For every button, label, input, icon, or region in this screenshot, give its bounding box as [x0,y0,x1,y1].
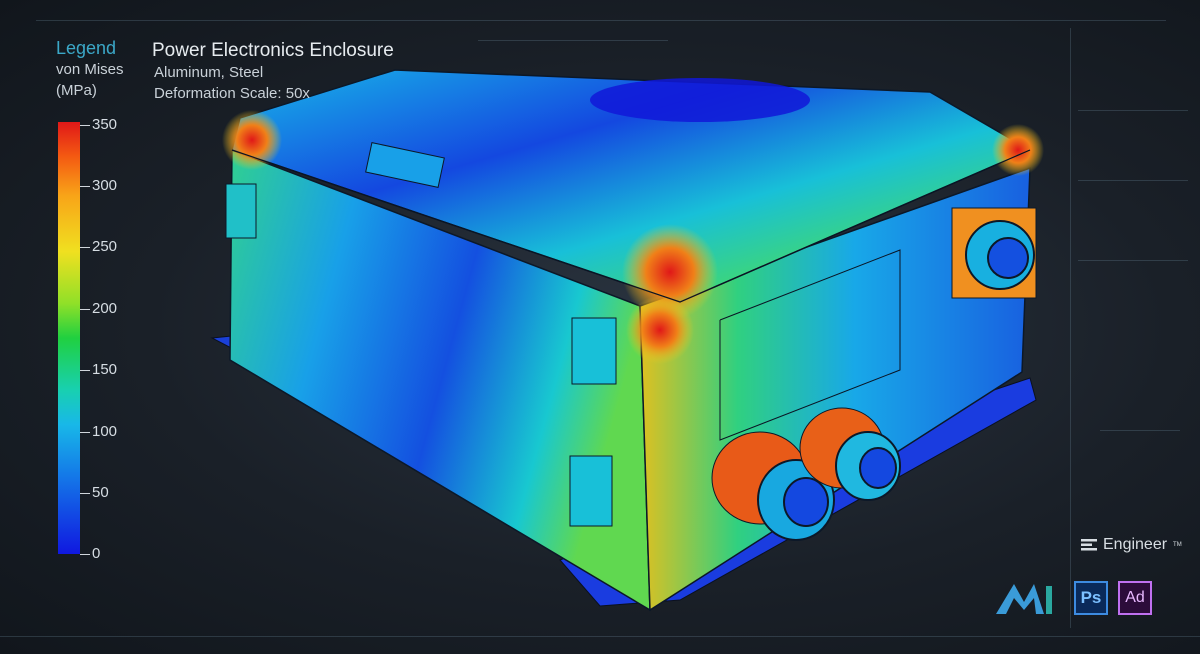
colorbar-tick-label: 200 [92,300,118,317]
model-info: Power Electronics Enclosure Aluminum, St… [152,40,394,104]
colorbar-tick [80,247,90,248]
colorbar-tick [80,554,90,555]
colorbar-tick [80,370,90,371]
model-title: Power Electronics Enclosure [152,40,394,61]
hotspot-front-edge [626,296,694,364]
stress-colorbar [58,122,80,554]
hotspot-left-corner [222,110,282,170]
engineer-brand: Engineer TM [1081,536,1182,554]
colorbar-tick [80,186,90,187]
colorbar-tick-label: 0 [92,545,101,562]
engineer-label: Engineer [1103,536,1168,553]
m-logo-icon [996,584,1052,614]
colorbar-tick-label: 250 [92,238,118,255]
legend-title: Legend [56,38,117,58]
colorbar-tick-label: 150 [92,361,118,378]
deformation-scale: Deformation Scale: 50x [154,85,310,102]
colorbar-tick [80,125,90,126]
colorbar-tick-label: 100 [92,423,118,440]
colorbar-tick [80,432,90,433]
latch-front-lower [569,455,613,527]
engineer-trademark: TM [1173,542,1182,548]
colorbar-tick [80,493,90,494]
hotspot-right-corner [992,124,1044,176]
legend-quantity: von Mises [56,61,124,78]
stress-legend: Legend von Mises (MPa) [56,38,124,101]
photoshop-icon: Ps [1074,581,1108,615]
engineer-logo-icon [1081,539,1097,551]
legend-unit: (MPa) [56,82,97,99]
colorbar-tick-label: 350 [92,116,118,133]
software-logos: Ps Ad [994,580,1152,616]
latch-left [225,183,257,239]
colorbar-tick [80,309,90,310]
colorbar-tick-label: 50 [92,484,109,501]
model-materials: Aluminum, Steel [154,64,264,81]
colorbar-tick-label: 300 [92,177,118,194]
adobe-icon: Ad [1118,581,1152,615]
lid-low-stress-zone [590,78,810,122]
latch-front-upper [571,317,617,385]
cable-gland-right [951,207,1037,299]
